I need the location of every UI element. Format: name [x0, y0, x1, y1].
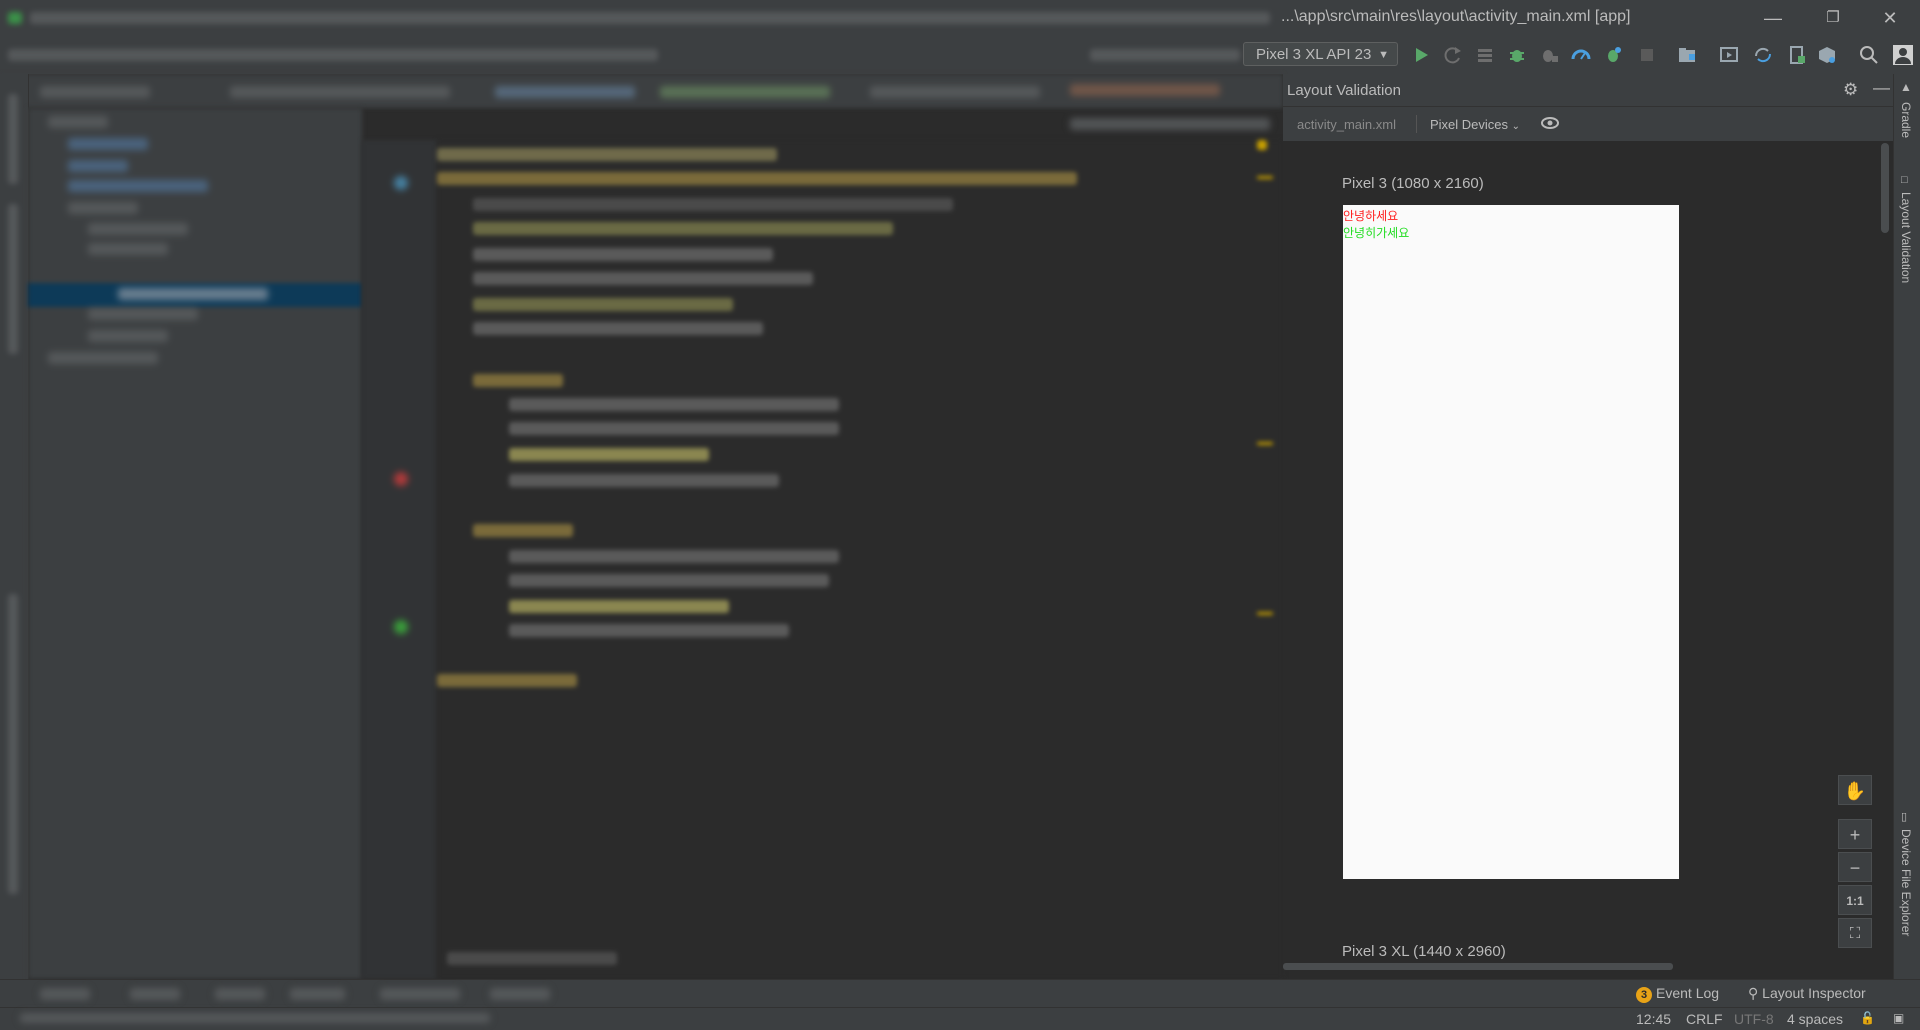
eye-icon[interactable]	[1540, 113, 1560, 133]
project-tree	[28, 108, 362, 979]
title-bar: ...\app\src\main\res\layout\activity_mai…	[0, 0, 1920, 36]
elephant-icon: ▲	[1900, 80, 1912, 94]
lock-icon[interactable]: 🔓	[1860, 1011, 1875, 1025]
window-path: ...\app\src\main\res\layout\activity_mai…	[1281, 8, 1631, 25]
file-encoding[interactable]: UTF-8	[1734, 1011, 1774, 1027]
editor-gutter	[362, 140, 437, 979]
event-log-badge: 3	[1636, 987, 1652, 1003]
bottom-tool-bar: 3 Event Log ⚲ Layout Inspector	[0, 979, 1920, 1008]
attach-debugger-icon[interactable]	[1538, 44, 1560, 66]
status-bar: 12:45 CRLF UTF-8 4 spaces 🔓 ▣	[0, 1007, 1920, 1030]
device-set-dropdown[interactable]: Pixel Devices ⌄	[1430, 117, 1520, 132]
device-set-label: Pixel Devices	[1430, 117, 1509, 132]
zoom-to-fit-icon[interactable]: ⛶	[1838, 918, 1872, 948]
device-label: Pixel 3 (1080 x 2160)	[1342, 175, 1484, 192]
chevron-down-icon: ▼	[1378, 49, 1389, 61]
vertical-scrollbar[interactable]	[1881, 143, 1889, 233]
restore-icon[interactable]: ❐	[1813, 4, 1853, 32]
phone-icon: ▯	[1901, 811, 1908, 823]
sync-icon[interactable]	[1752, 44, 1774, 66]
editor-tabs-row	[0, 74, 1283, 130]
layout-inspector-button[interactable]: ⚲ Layout Inspector	[1748, 985, 1866, 1002]
sdk-manager-icon[interactable]	[1786, 44, 1808, 66]
code-editor[interactable]	[437, 140, 1283, 979]
apply-changes-icon[interactable]	[1602, 44, 1624, 66]
left-tool-strip	[0, 74, 29, 979]
horizontal-scrollbar[interactable]	[1283, 961, 1893, 971]
inspector-icon: ⚲	[1748, 985, 1759, 1001]
layout-validation-header: Layout Validation ⚙ —	[1283, 74, 1893, 107]
zoom-out-icon[interactable]: −	[1838, 852, 1872, 882]
file-name: activity_main.xml	[1297, 117, 1396, 132]
profile-icon[interactable]	[1570, 44, 1592, 66]
indent-setting[interactable]: 4 spaces	[1787, 1011, 1843, 1027]
pan-icon[interactable]: ✋	[1838, 775, 1872, 805]
gradle-tab[interactable]: Gradle	[1899, 102, 1913, 138]
device-dropdown-label: Pixel 3 XL API 23	[1256, 46, 1372, 63]
stop-icon[interactable]	[1636, 44, 1658, 66]
right-tool-strip: ▲ Gradle □ Layout Validation ▯ Device Fi…	[1893, 74, 1920, 979]
device-label: Pixel 3 XL (1440 x 2960)	[1342, 943, 1506, 960]
event-log-label: Event Log	[1656, 985, 1720, 1001]
preview-text-goodbye: 안녕히가세요	[1343, 226, 1410, 240]
run-icon[interactable]	[1410, 44, 1432, 66]
close-icon[interactable]: ✕	[1870, 4, 1910, 32]
avd-manager-icon[interactable]	[1718, 44, 1740, 66]
zoom-in-icon[interactable]: +	[1838, 819, 1872, 849]
rerun-icon[interactable]	[1442, 44, 1464, 66]
minimize-icon[interactable]: —	[1753, 4, 1793, 32]
separator	[1416, 115, 1417, 133]
hide-panel-icon[interactable]: —	[1873, 78, 1890, 98]
debug-icon[interactable]	[1506, 44, 1528, 66]
caret-position[interactable]: 12:45	[1636, 1011, 1671, 1027]
main-toolbar: Pixel 3 XL API 23 ▼	[0, 36, 1920, 75]
layout-validation-tab[interactable]: Layout Validation	[1899, 192, 1913, 283]
device-file-explorer-tab[interactable]: Device File Explorer	[1899, 829, 1913, 936]
project-structure-icon[interactable]	[1676, 44, 1698, 66]
actual-size-icon[interactable]: 1:1	[1838, 885, 1872, 915]
panel-title: Layout Validation	[1287, 82, 1401, 99]
device-dropdown[interactable]: Pixel 3 XL API 23 ▼	[1243, 42, 1398, 66]
sdk-tools-icon[interactable]	[1816, 44, 1838, 66]
device-preview[interactable]: 안녕하세요 안녕히가세요	[1343, 205, 1679, 879]
user-icon[interactable]	[1892, 44, 1914, 66]
event-log-button[interactable]: 3 Event Log	[1636, 985, 1719, 1003]
layout-validation-toolbar: activity_main.xml Pixel Devices ⌄	[1283, 107, 1893, 142]
layout-inspector-label: Layout Inspector	[1762, 985, 1866, 1001]
gear-icon[interactable]: ⚙	[1843, 80, 1858, 100]
preview-text-hello: 안녕하세요	[1343, 209, 1399, 223]
line-separator[interactable]: CRLF	[1686, 1011, 1723, 1027]
layout-icon: □	[1901, 174, 1908, 186]
coverage-icon[interactable]	[1474, 44, 1496, 66]
memory-icon[interactable]: ▣	[1893, 1011, 1904, 1025]
layout-validation-canvas[interactable]: Pixel 3 (1080 x 2160) 안녕하세요 안녕히가세요 Pixel…	[1283, 141, 1893, 967]
chevron-down-icon: ⌄	[1511, 121, 1521, 132]
search-icon[interactable]	[1858, 44, 1880, 66]
